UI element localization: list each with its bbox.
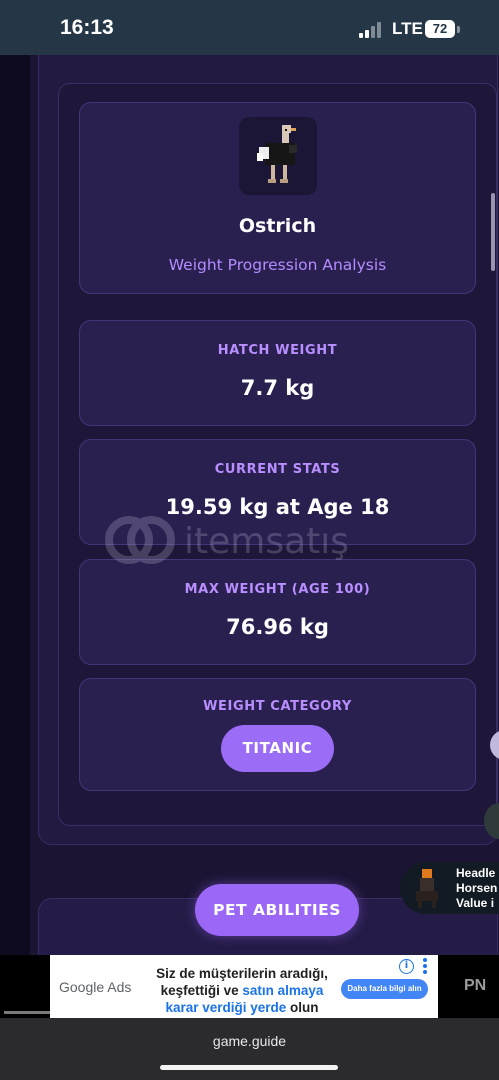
max-weight-value: 76.96 kg	[226, 615, 329, 639]
ad-info-icon[interactable]: i	[399, 959, 414, 974]
pet-name: Ostrich	[238, 215, 317, 237]
google-ads-logo: Google Ads	[59, 979, 132, 995]
ad-cta-button[interactable]: Daha fazla bilgi alın	[341, 979, 428, 999]
ad-line-3a: karar verdiği yerde	[165, 1000, 291, 1015]
ostrich-pet-icon	[239, 117, 317, 195]
watermark-text: itemsatış	[184, 521, 350, 562]
hatch-weight-value: 7.7 kg	[240, 376, 315, 400]
ad-divider	[4, 1011, 50, 1014]
recommended-article-title: Headle Horsen Value i	[456, 866, 497, 911]
pet-abilities-button[interactable]: PET ABILITIES	[195, 884, 359, 936]
home-indicator[interactable]	[160, 1065, 338, 1070]
max-weight-label: MAX WEIGHT (AGE 100)	[184, 582, 371, 597]
ad-copy: Siz de müşterilerin aradığı, keşfettiği …	[147, 965, 337, 1016]
status-time: 16:13	[60, 16, 114, 39]
ad-menu-icon[interactable]	[423, 958, 427, 974]
hatch-weight-label: HATCH WEIGHT	[217, 343, 338, 358]
weight-category-badge: TITANIC	[221, 725, 334, 772]
ad-line-1: Siz de müşterilerin aradığı,	[156, 966, 328, 981]
ad-line-3: karar verdiği yerde olun	[147, 999, 337, 1016]
ad-line-3b: olun	[290, 1000, 319, 1015]
status-bar: 16:13 LTE 72	[0, 0, 499, 55]
ad-line-2a: keşfettiği ve	[160, 983, 243, 998]
hatch-weight-card: HATCH WEIGHT 7.7 kg	[79, 320, 476, 426]
battery-tip	[457, 26, 460, 33]
current-stats-label: CURRENT STATS	[214, 462, 341, 477]
ad-side-text: PN	[464, 977, 487, 994]
page-content: Ostrich Weight Progression Analysis HATC…	[0, 55, 499, 955]
recommended-article[interactable]: Headle Horsen Value i	[400, 862, 499, 914]
recommend-line-3: Value i	[456, 896, 495, 910]
watermark: itemsatış	[104, 515, 394, 575]
ad-banner: Google Ads Siz de müşterilerin aradığı, …	[0, 955, 499, 1018]
ad-line-2: keşfettiği ve satın almaya	[147, 982, 337, 999]
battery-icon: 72	[425, 20, 455, 38]
watermark-logo-icon	[105, 516, 175, 564]
pet-header-card: Ostrich Weight Progression Analysis	[79, 102, 476, 294]
left-strip	[0, 55, 30, 955]
weight-category-card: WEIGHT CATEGORY TITANIC	[79, 678, 476, 791]
url-field[interactable]: game.guide	[0, 1033, 499, 1049]
browser-bar: game.guide	[0, 1018, 499, 1080]
signal-icon	[359, 22, 385, 38]
weight-category-label: WEIGHT CATEGORY	[203, 699, 352, 714]
ad-line-2b: satın almaya	[242, 983, 324, 998]
pet-subtitle: Weight Progression Analysis	[168, 256, 387, 274]
recommend-line-2: Horsen	[456, 881, 498, 895]
ad-creative[interactable]: Google Ads Siz de müşterilerin aradığı, …	[50, 955, 438, 1018]
network-type: LTE	[392, 19, 423, 38]
horseman-thumbnail-icon	[412, 867, 442, 909]
recommend-line-1: Headle	[456, 866, 496, 880]
scrollbar-thumb[interactable]	[491, 193, 495, 271]
